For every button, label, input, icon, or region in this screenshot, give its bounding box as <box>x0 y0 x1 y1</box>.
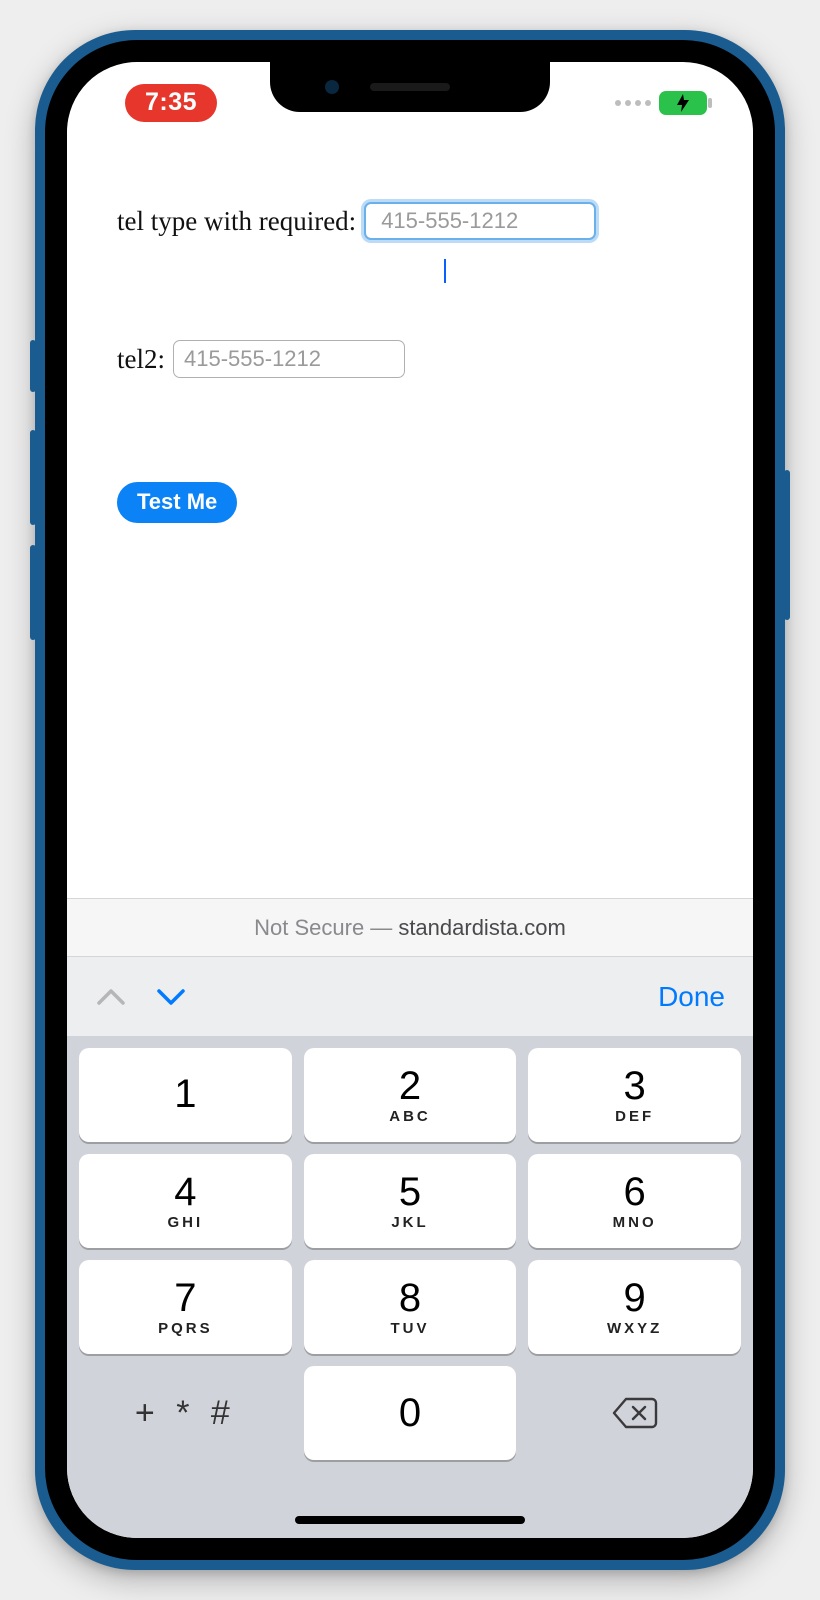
key-2[interactable]: 2 ABC <box>304 1048 517 1142</box>
key-1[interactable]: 1 <box>79 1048 292 1142</box>
home-indicator[interactable] <box>295 1516 525 1524</box>
tel2-input[interactable] <box>173 340 405 378</box>
device-notch <box>270 62 550 112</box>
backspace-icon <box>612 1396 658 1430</box>
power-button <box>784 470 790 620</box>
key-0[interactable]: 0 <box>304 1366 517 1460</box>
tel2-label: tel2: <box>117 344 165 375</box>
keyboard-done-button[interactable]: Done <box>658 981 725 1013</box>
volume-up-button <box>30 430 36 525</box>
key-3[interactable]: 3 DEF <box>528 1048 741 1142</box>
text-cursor <box>444 259 446 283</box>
next-field-button[interactable] <box>155 981 187 1013</box>
key-4[interactable]: 4 GHI <box>79 1154 292 1248</box>
submit-button[interactable]: Test Me <box>117 482 237 523</box>
key-backspace[interactable] <box>528 1366 741 1460</box>
recording-time-pill[interactable]: 7:35 <box>125 84 217 122</box>
key-5[interactable]: 5 JKL <box>304 1154 517 1248</box>
numeric-keypad: 1 2 ABC 3 DEF 4 <box>67 1036 753 1538</box>
volume-down-button <box>30 545 36 640</box>
url-bar[interactable]: Not Secure — standardista.com <box>67 898 753 956</box>
tel1-label: tel type with required: <box>117 206 356 237</box>
key-9[interactable]: 9 WXYZ <box>528 1260 741 1354</box>
mute-switch <box>30 340 36 392</box>
signal-dots-icon <box>615 100 651 106</box>
url-domain: standardista.com <box>398 915 566 941</box>
key-symbols[interactable]: + * # <box>79 1366 292 1460</box>
key-6[interactable]: 6 MNO <box>528 1154 741 1248</box>
key-7[interactable]: 7 PQRS <box>79 1260 292 1354</box>
web-content: tel type with required: tel2: Test Me <box>67 152 753 898</box>
key-8[interactable]: 8 TUV <box>304 1260 517 1354</box>
phone-frame: 7:35 tel type with required: <box>35 30 785 1570</box>
keyboard-accessory-bar: Done <box>67 956 753 1036</box>
tel1-input[interactable] <box>364 202 596 240</box>
not-secure-label: Not Secure — <box>254 915 392 941</box>
prev-field-button <box>95 981 127 1013</box>
battery-charging-icon <box>659 91 707 115</box>
